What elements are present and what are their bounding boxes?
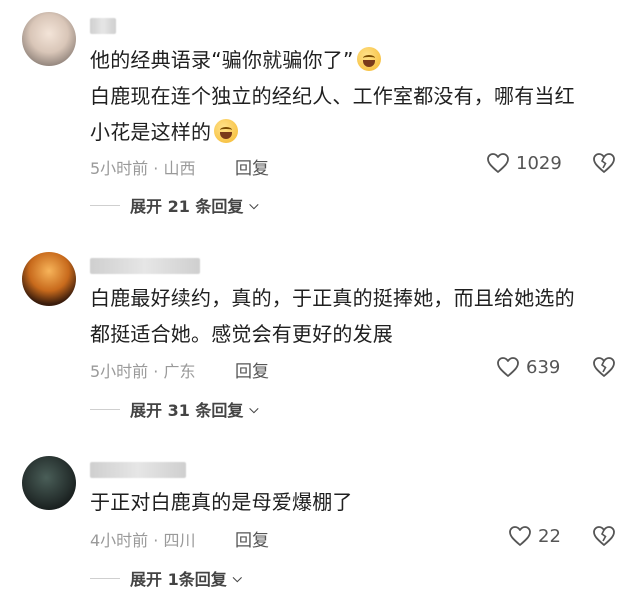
broken-heart-icon xyxy=(592,525,616,547)
comment-meta: 4小时前 · 四川 xyxy=(90,527,195,551)
comment-text-line: 都挺适合她。感觉会有更好的发展 xyxy=(90,322,393,346)
like-button[interactable]: 22 xyxy=(508,525,561,547)
reply-button[interactable]: 回复 xyxy=(235,154,269,179)
broken-heart-icon xyxy=(592,356,616,378)
comment-meta: 5小时前 · 山西 xyxy=(90,155,195,179)
chevron-down-icon: ⌵ xyxy=(249,401,259,416)
comment-text-line: 小花是这样的 xyxy=(90,120,212,144)
avatar[interactable] xyxy=(22,252,76,306)
dislike-button[interactable] xyxy=(592,152,616,174)
like-count: 1029 xyxy=(516,152,562,174)
divider-line xyxy=(90,577,120,579)
heart-outline-icon xyxy=(508,525,532,547)
comment-text-line: 他的经典语录“骗你就骗你了” xyxy=(90,48,354,72)
comment-text-line: 于正对白鹿真的是母爱爆棚了 xyxy=(90,490,353,514)
reply-button[interactable]: 回复 xyxy=(235,357,269,382)
like-button[interactable]: 639 xyxy=(496,356,560,378)
sweat-smile-emoji-icon xyxy=(356,47,381,71)
expand-replies-button[interactable]: 展开 1条回复 ⌵ xyxy=(90,566,242,590)
username-blurred[interactable] xyxy=(90,18,116,34)
avatar[interactable] xyxy=(22,456,76,510)
expand-replies-label: 展开 21 条回复 xyxy=(130,197,244,216)
chevron-down-icon: ⌵ xyxy=(232,570,242,585)
comment-location: 广东 xyxy=(163,362,196,381)
comment-location: 山西 xyxy=(163,159,196,178)
chevron-down-icon: ⌵ xyxy=(249,197,259,212)
reply-button[interactable]: 回复 xyxy=(235,526,269,551)
comment-location: 四川 xyxy=(163,531,196,550)
comment-time: 5小时前 xyxy=(90,362,149,381)
heart-outline-icon xyxy=(486,152,510,174)
username-blurred[interactable] xyxy=(90,258,200,274)
meta-separator: · xyxy=(153,159,159,178)
avatar[interactable] xyxy=(22,12,76,66)
comment-time: 4小时前 xyxy=(90,531,149,550)
meta-separator: · xyxy=(153,362,159,381)
username-blurred[interactable] xyxy=(90,462,186,478)
meta-separator: · xyxy=(153,531,159,550)
expand-replies-button[interactable]: 展开 21 条回复 ⌵ xyxy=(90,193,259,217)
like-button[interactable]: 1029 xyxy=(486,152,562,174)
broken-heart-icon xyxy=(592,152,616,174)
comment-time: 5小时前 xyxy=(90,159,149,178)
comment-text: 他的经典语录“骗你就骗你了” 白鹿现在连个独立的经纪人、工作室都没有，哪有当红 … xyxy=(90,42,620,150)
divider-line xyxy=(90,408,120,410)
expand-replies-label: 展开 31 条回复 xyxy=(130,401,244,420)
comment-meta: 5小时前 · 广东 xyxy=(90,358,195,382)
comment-text: 白鹿最好续约，真的，于正真的挺捧她，而且给她选的 都挺适合她。感觉会有更好的发展 xyxy=(90,280,620,352)
expand-replies-button[interactable]: 展开 31 条回复 ⌵ xyxy=(90,397,259,421)
like-count: 22 xyxy=(538,525,561,547)
comment-text-line: 白鹿现在连个独立的经纪人、工作室都没有，哪有当红 xyxy=(90,84,575,108)
heart-outline-icon xyxy=(496,356,520,378)
comment-text: 于正对白鹿真的是母爱爆棚了 xyxy=(90,484,620,520)
expand-replies-label: 展开 1条回复 xyxy=(130,570,227,589)
like-count: 639 xyxy=(526,356,561,378)
dislike-button[interactable] xyxy=(592,525,616,547)
comment-text-line: 白鹿最好续约，真的，于正真的挺捧她，而且给她选的 xyxy=(90,286,575,310)
dislike-button[interactable] xyxy=(592,356,616,378)
divider-line xyxy=(90,204,120,206)
laughing-tears-emoji-icon xyxy=(214,119,239,143)
